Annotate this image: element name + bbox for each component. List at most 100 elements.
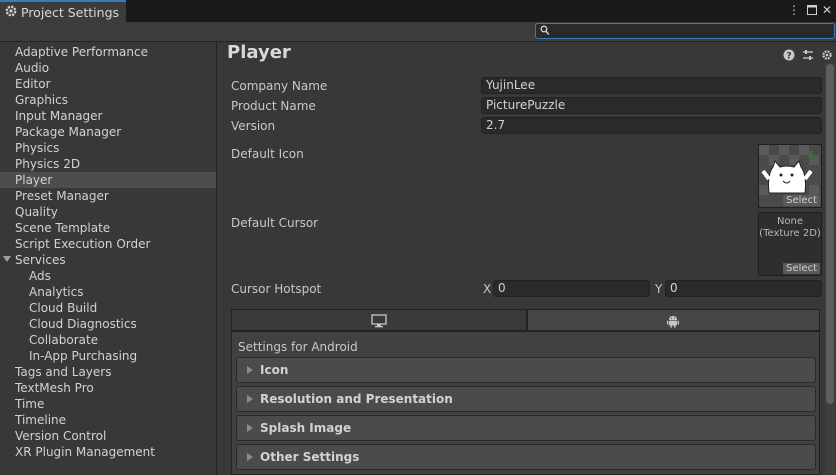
foldout-splash-image[interactable]: Splash Image (236, 415, 816, 441)
sidebar-item-label: Script Execution Order (15, 237, 151, 251)
preset-sliders-icon[interactable] (802, 49, 814, 61)
cursor-type-line: (Texture 2D) (759, 228, 821, 239)
sidebar-item-label: Quality (15, 205, 58, 219)
sidebar-item-script-execution-order[interactable]: Script Execution Order (0, 236, 216, 252)
cursor-hotspot-label: Cursor Hotspot (231, 282, 322, 296)
sidebar-item-quality[interactable]: Quality (0, 204, 216, 220)
foldout-resolution-and-presentation[interactable]: Resolution and Presentation (236, 386, 816, 412)
hotspot-x-label: X (483, 282, 492, 296)
sidebar-item-label: Input Manager (15, 109, 103, 123)
sidebar-item-graphics[interactable]: Graphics (0, 92, 216, 108)
product-name-field[interactable]: PicturePuzzle (481, 97, 822, 114)
sidebar-item-cloud-diagnostics[interactable]: Cloud Diagnostics (0, 316, 216, 332)
sidebar-item-player[interactable]: Player (0, 172, 216, 188)
page-title: Player (227, 42, 291, 63)
sidebar-item-label: Editor (15, 77, 51, 91)
sidebar-item-label: TextMesh Pro (15, 381, 94, 395)
foldout-arrow-icon (247, 424, 253, 432)
sidebar-item-version-control[interactable]: Version Control (0, 428, 216, 444)
expand-caret-icon[interactable] (3, 256, 11, 262)
foldout-label: Splash Image (260, 421, 352, 435)
company-name-field[interactable]: YujinLee (481, 77, 822, 94)
default-cursor-label: Default Cursor (231, 216, 319, 230)
sidebar-item-xr-plugin-management[interactable]: XR Plugin Management (0, 444, 216, 460)
sidebar-item-label: XR Plugin Management (15, 445, 155, 459)
cursor-none-text: None (Texture 2D) (759, 216, 821, 240)
default-icon-select-button[interactable]: Select (783, 195, 820, 206)
cursor-value-line: None (776, 216, 804, 227)
sidebar-item-label: Version Control (15, 429, 107, 443)
version-field[interactable]: 2.7 (481, 117, 822, 134)
sidebar-item-editor[interactable]: Editor (0, 76, 216, 92)
hotspot-y-label: Y (655, 282, 663, 296)
sidebar-item-label: Physics (15, 141, 60, 155)
settings-sidebar: Adaptive Performance Audio Editor Graphi… (0, 42, 217, 475)
sidebar-item-package-manager[interactable]: Package Manager (0, 124, 216, 140)
sidebar-item-collaborate[interactable]: Collaborate (0, 332, 216, 348)
default-cursor-slot[interactable]: None (Texture 2D) Select (758, 212, 822, 276)
sidebar-item-label: Preset Manager (15, 189, 109, 203)
sidebar-item-in-app-purchasing[interactable]: In-App Purchasing (0, 348, 216, 364)
hotspot-y-field[interactable]: 0 (665, 280, 822, 297)
sidebar-item-ads[interactable]: Ads (0, 268, 216, 284)
sidebar-item-analytics[interactable]: Analytics (0, 284, 216, 300)
sidebar-item-physics[interactable]: Physics (0, 140, 216, 156)
more-menu-icon[interactable]: ⋮ (787, 2, 801, 18)
sidebar-item-preset-manager[interactable]: Preset Manager (0, 188, 216, 204)
monitor-icon (371, 314, 387, 328)
tab-android[interactable] (527, 309, 820, 331)
sidebar-item-label: Adaptive Performance (15, 45, 148, 59)
version-label: Version (231, 119, 276, 133)
android-icon (667, 316, 679, 328)
sidebar-item-tags-and-layers[interactable]: Tags and Layers (0, 364, 216, 380)
sidebar-item-label: Analytics (29, 285, 84, 299)
close-icon[interactable]: ✕ (820, 2, 834, 18)
sidebar-item-label: Collaborate (29, 333, 99, 347)
default-icon-label: Default Icon (231, 147, 304, 161)
foldout-label: Other Settings (260, 450, 360, 464)
foldout-icon[interactable]: Icon (236, 357, 816, 383)
project-settings-tab[interactable]: Project Settings (0, 0, 126, 22)
help-icon[interactable]: ? (783, 49, 795, 61)
sidebar-item-label: Scene Template (15, 221, 111, 235)
foldout-arrow-icon (247, 395, 253, 403)
svg-text:?: ? (786, 51, 791, 61)
sidebar-item-cloud-build[interactable]: Cloud Build (0, 300, 216, 316)
settings-for-android-heading: Settings for Android (238, 340, 358, 354)
sidebar-item-audio[interactable]: Audio (0, 60, 216, 76)
default-icon-slot[interactable]: Select (758, 144, 822, 208)
search-icon (540, 25, 550, 35)
tab-title: Project Settings (21, 5, 120, 20)
foldout-other-settings[interactable]: Other Settings (236, 444, 816, 470)
sidebar-item-label: In-App Purchasing (29, 349, 138, 363)
gear-icon (5, 5, 17, 17)
sidebar-item-label: Ads (29, 269, 51, 283)
maximize-icon[interactable] (805, 2, 819, 18)
sidebar-item-adaptive-performance[interactable]: Adaptive Performance (0, 44, 216, 60)
default-cursor-select-button[interactable]: Select (783, 263, 820, 274)
company-name-label: Company Name (231, 79, 328, 93)
sidebar-item-label: Cloud Build (29, 301, 98, 315)
sidebar-item-label: Services (15, 253, 66, 267)
sidebar-item-timeline[interactable]: Timeline (0, 412, 216, 428)
foldout-arrow-icon (247, 366, 253, 374)
sidebar-item-label: Time (15, 397, 45, 411)
sidebar-item-label: Timeline (15, 413, 67, 427)
hotspot-x-field[interactable]: 0 (493, 280, 650, 297)
foldout-label: Resolution and Presentation (260, 392, 453, 406)
scrollbar-thumb[interactable] (826, 64, 834, 404)
sidebar-item-services[interactable]: Services (0, 252, 216, 268)
tab-standalone[interactable] (231, 309, 527, 331)
sidebar-item-scene-template[interactable]: Scene Template (0, 220, 216, 236)
sidebar-item-physics-2d[interactable]: Physics 2D (0, 156, 216, 172)
settings-gear-icon[interactable] (821, 49, 833, 61)
sidebar-item-input-manager[interactable]: Input Manager (0, 108, 216, 124)
foldout-arrow-icon (247, 453, 253, 461)
sidebar-item-label: Audio (15, 61, 50, 75)
search-input[interactable] (535, 23, 835, 39)
sidebar-item-textmesh-pro[interactable]: TextMesh Pro (0, 380, 216, 396)
sidebar-item-time[interactable]: Time (0, 396, 216, 412)
sidebar-item-label: Graphics (15, 93, 68, 107)
foldout-label: Icon (260, 363, 289, 377)
sidebar-item-label: Player (15, 173, 53, 187)
